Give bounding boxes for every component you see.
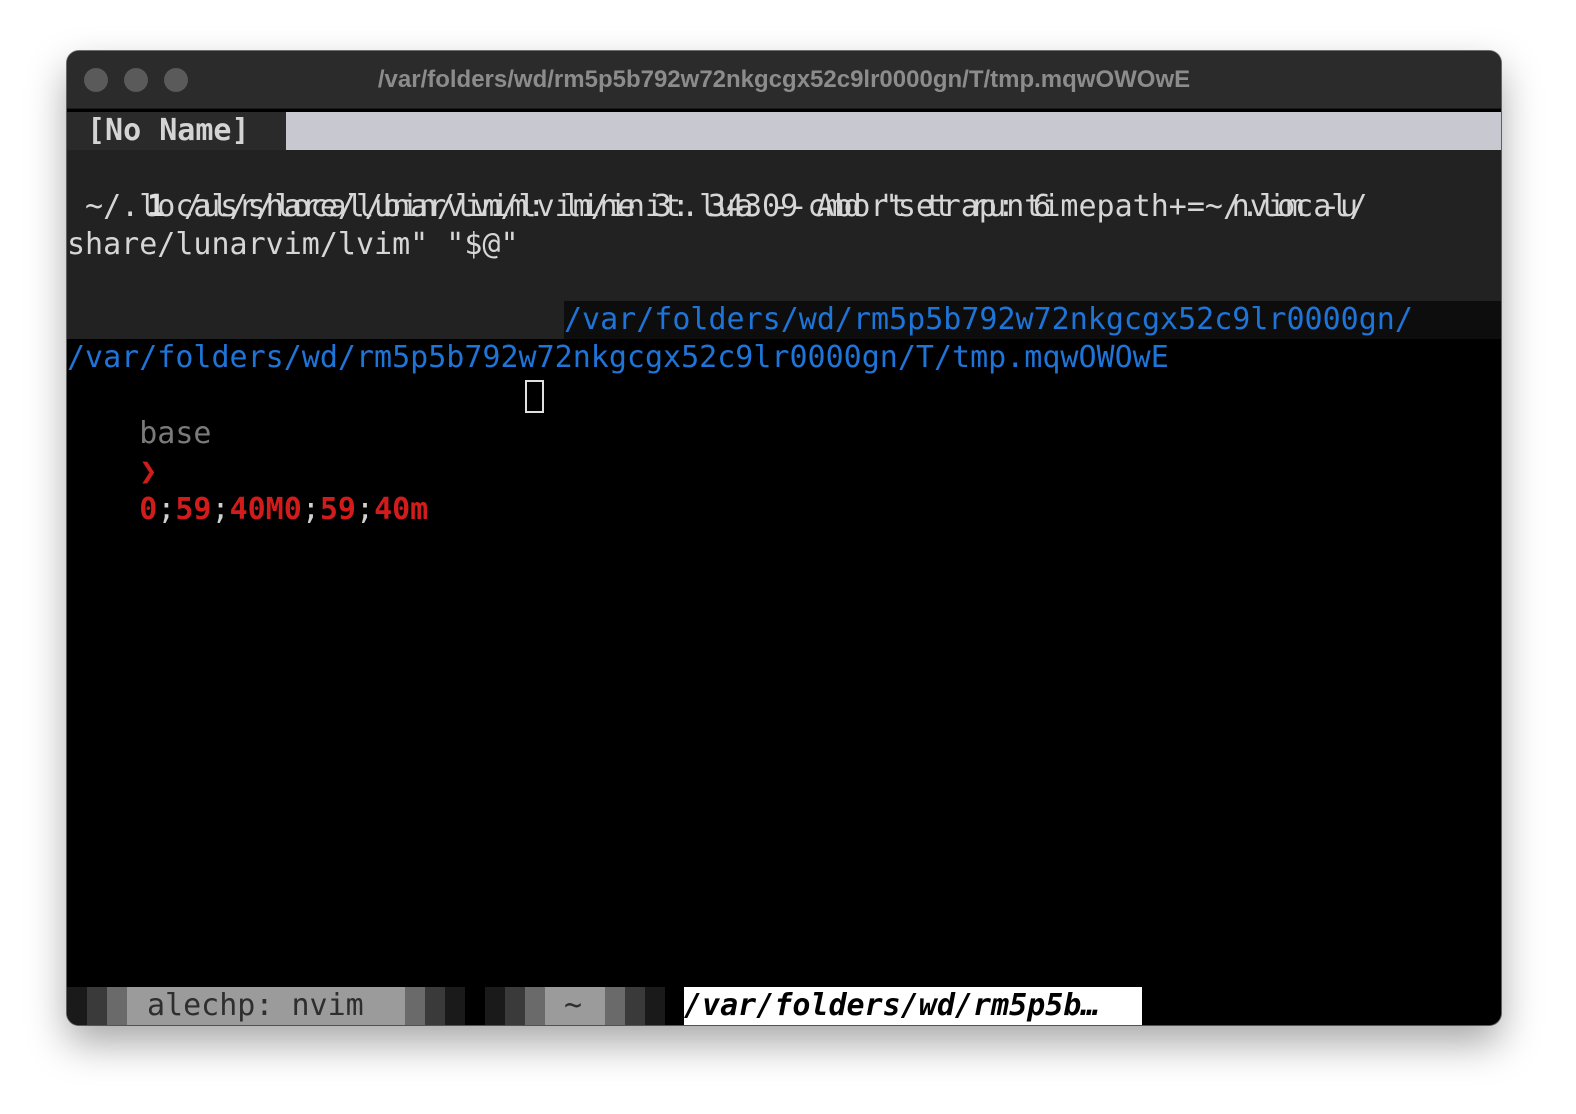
status-block — [107, 987, 127, 1025]
tmux-status-bar: alechp: nvim ~ /var/folders/wd/rm5p5b… — [67, 987, 1501, 1025]
input-separator: ; — [301, 492, 320, 527]
cwd-line-2: /var/folders/wd/rm5p5b792w72nkgcgx52c9lr… — [67, 340, 1169, 375]
input-segment: 59 — [175, 492, 212, 527]
editor-line-1: 1 /usr/local/bin/lvim: line 3: 34309 Abo… — [67, 150, 1358, 224]
editor-line-1-wrap-2: ~/.local/share/lunarvim/lvim/init.lua --… — [67, 189, 1368, 224]
prompt-input[interactable]: 0;59;40M0;59;40m — [139, 492, 428, 527]
input-segment: 40M0 — [229, 492, 302, 527]
terminal-cursor — [525, 380, 544, 413]
cwd-line-1: /var/folders/wd/rm5p5b792w72nkgcgx52c9lr… — [564, 302, 1413, 337]
status-path-label[interactable]: /var/folders/wd/rm5p5b… — [684, 987, 1142, 1025]
input-segment: 40m — [374, 492, 429, 527]
window-title: /var/folders/wd/rm5p5b792w72nkgcgx52c9lr… — [377, 66, 1191, 93]
prompt-chevron-icon: ❯ — [139, 454, 158, 489]
editor-line-1-wrap-3: share/lunarvim/lvim" "$@" — [67, 227, 519, 262]
status-block — [67, 987, 87, 1025]
status-block — [87, 987, 107, 1025]
input-segment: 0 — [139, 492, 158, 527]
status-session-label[interactable]: alechp: nvim — [147, 987, 364, 1025]
status-block — [625, 987, 645, 1025]
status-block — [605, 987, 625, 1025]
conda-env-label: base — [139, 416, 212, 451]
status-block — [425, 987, 445, 1025]
status-block — [525, 987, 545, 1025]
title-bar: /var/folders/wd/rm5p5b792w72nkgcgx52c9lr… — [67, 51, 1501, 109]
status-home-label[interactable]: ~ — [564, 987, 582, 1025]
status-block — [405, 987, 425, 1025]
status-block — [485, 987, 505, 1025]
buffer-tab-no-name[interactable]: [No Name] — [67, 112, 286, 150]
input-separator: ; — [157, 492, 176, 527]
status-block — [445, 987, 465, 1025]
shell-prompt[interactable]: base ❯ 0;59;40M0;59;40m — [67, 377, 428, 527]
input-separator: ; — [356, 492, 375, 527]
status-block — [645, 987, 665, 1025]
input-segment: 59 — [319, 492, 356, 527]
nvim-tabline: [No Name] — [67, 112, 1501, 150]
terminal-window: /var/folders/wd/rm5p5b792w72nkgcgx52c9lr… — [67, 51, 1501, 1025]
status-block — [505, 987, 525, 1025]
input-separator: ; — [211, 492, 230, 527]
